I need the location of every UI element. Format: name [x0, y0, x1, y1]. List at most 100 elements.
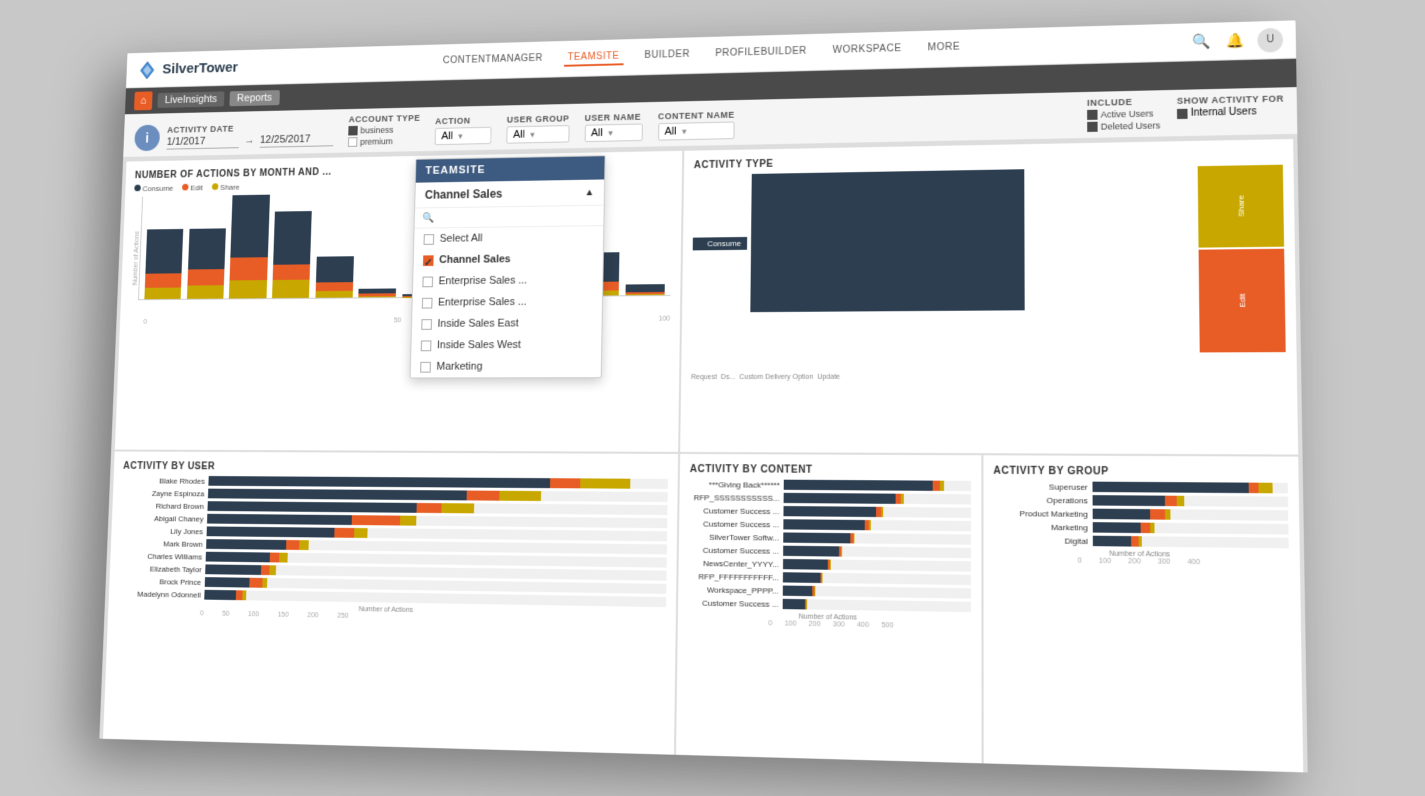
notification-icon[interactable]: 🔔: [1223, 29, 1247, 52]
premium-checkbox[interactable]: [348, 137, 358, 147]
share-bar: Share: [1198, 165, 1284, 248]
nav-more[interactable]: MORE: [924, 40, 964, 58]
consume-seg: [1092, 536, 1131, 547]
user-name-dropdown[interactable]: All ▼: [584, 124, 642, 143]
share-segment: [272, 280, 310, 299]
marketing-checkbox: [420, 361, 431, 372]
share-seg: [841, 546, 842, 556]
bar-row-0: Blake Rhodes: [122, 475, 667, 488]
activity-type-panel: ACTIVITY TYPE Consume Share: [680, 139, 1298, 455]
consume-seg: [784, 480, 933, 491]
user-group-dropdown[interactable]: All ▼: [506, 125, 569, 144]
bar-track-4: [1092, 536, 1288, 549]
share-seg: [1258, 483, 1273, 494]
tab-nav-arrows: ◀ ▶: [105, 758, 137, 772]
y-tick-100: 100: [659, 316, 671, 323]
internal-users-checkbox[interactable]: [1177, 108, 1188, 118]
tab-content-performance[interactable]: Content Performance: [319, 762, 432, 773]
inside-west-label: Inside Sales West: [437, 339, 521, 351]
tab-team-activity[interactable]: Team Activity: [516, 768, 596, 773]
edit-seg: [417, 503, 442, 513]
date-from[interactable]: 1/1/2017: [166, 135, 239, 150]
bar-track-2: [783, 506, 970, 518]
business-checkbox[interactable]: [348, 126, 358, 136]
legend-consume: Consume: [134, 184, 173, 193]
tab-next-button[interactable]: ▶: [122, 759, 137, 773]
info-badge: i: [134, 125, 160, 152]
dropdown-item-enterprise2[interactable]: Enterprise Sales ...: [412, 291, 602, 314]
nav-workspace[interactable]: WORKSPACE: [829, 41, 906, 60]
consume-segment: [316, 257, 354, 283]
edit-seg: [1165, 496, 1177, 507]
bar-row-0: Superuser: [993, 481, 1288, 493]
bar-row-4: Digital: [993, 535, 1288, 549]
marketing-label: Marketing: [436, 361, 482, 373]
dropdown-selected[interactable]: Channel Sales ▲: [415, 179, 604, 208]
tab-livesend[interactable]: LiveSend Engagement: [597, 770, 721, 772]
group-chart-title: ACTIVITY BY GROUP: [993, 466, 1287, 479]
nav-contentmanager[interactable]: CONTENTMANAGER: [439, 51, 547, 70]
active-users-row: Active Users: [1087, 108, 1160, 120]
tab-content-inventory[interactable]: Content Inventory: [222, 759, 318, 772]
dropdown-item-marketing[interactable]: Marketing: [411, 355, 602, 377]
action-dropdown[interactable]: All ▼: [435, 127, 492, 145]
share-seg: [1165, 509, 1170, 520]
share-segment: [229, 280, 266, 298]
bar-fill-1: [208, 489, 668, 502]
share-seg: [1177, 496, 1184, 507]
dropdown-item-select-all[interactable]: Select All: [414, 226, 603, 250]
bar-row-9: Customer Success ...: [688, 597, 970, 612]
bar-track-9: [783, 599, 971, 612]
tab-content-audit[interactable]: Content Audit: [434, 765, 514, 772]
consume-seg: [783, 599, 805, 610]
breadcrumb-reports[interactable]: Reports: [229, 90, 279, 106]
deleted-users-checkbox[interactable]: [1087, 122, 1097, 132]
dropdown-item-inside-east[interactable]: Inside Sales East: [412, 312, 602, 335]
bar-track-4: [783, 532, 970, 544]
bar-label-4: Digital: [993, 535, 1088, 545]
dropdown-item-enterprise1[interactable]: Enterprise Sales ...: [413, 269, 603, 292]
share-seg: [242, 590, 246, 600]
bar-fill-0: [208, 476, 668, 489]
edit-seg: [1141, 523, 1151, 534]
nav-builder[interactable]: BUILDER: [640, 47, 693, 65]
share-seg: [830, 560, 831, 570]
y-tick-50: 50: [394, 317, 402, 324]
consume-bar: [750, 169, 1024, 312]
share-seg: [814, 586, 815, 596]
date-to[interactable]: 12/25/2017: [260, 133, 334, 148]
share-seg: [901, 494, 904, 504]
user-name-value: All: [591, 127, 603, 139]
search-icon[interactable]: 🔍: [1190, 30, 1213, 53]
dropdown-search-icon: 🔍: [422, 213, 434, 224]
content-name-dropdown[interactable]: All ▼: [658, 122, 735, 141]
consume-segment: [146, 229, 184, 274]
account-type-checkboxes: business premium: [348, 125, 420, 147]
user-bars: Blake RhodesZayne EspinozaRichard BrownA…: [118, 475, 668, 607]
share-seg: [869, 520, 871, 530]
dropdown-items-list: Select All ✓ Channel Sales Enterprise Sa…: [411, 226, 604, 377]
breadcrumb-liveinsights[interactable]: LiveInsights: [157, 91, 224, 108]
consume-segment: [273, 211, 312, 265]
active-users-checkbox[interactable]: [1087, 110, 1097, 120]
tab-team-adoption[interactable]: Team Adoption: [138, 757, 221, 773]
content-name-value: All: [665, 126, 677, 138]
nav-teamsite[interactable]: TEAMSITE: [564, 49, 624, 67]
share-segment: [625, 294, 664, 295]
consume-seg: [1092, 495, 1165, 506]
bar-group-3: [270, 194, 314, 298]
home-button[interactable]: ⌂: [134, 91, 153, 110]
nav-profilebuilder[interactable]: PROFILEBUILDER: [711, 44, 811, 63]
bar-row-2: Product Marketing: [993, 508, 1288, 521]
dropdown-item-channel-sales[interactable]: ✓ Channel Sales: [413, 248, 603, 271]
dropdown-item-inside-west[interactable]: Inside Sales West: [411, 334, 601, 356]
bar-track-5: [783, 546, 970, 558]
at-label-update: Update: [817, 374, 840, 381]
tab-prev-button[interactable]: ◀: [105, 758, 120, 772]
edit-segment: [230, 258, 268, 281]
bar-track-3: [783, 519, 970, 531]
share-seg: [499, 491, 541, 501]
dropdown-search-input[interactable]: [438, 210, 596, 224]
bar-group-11: [623, 188, 668, 295]
user-avatar[interactable]: U: [1257, 27, 1283, 52]
